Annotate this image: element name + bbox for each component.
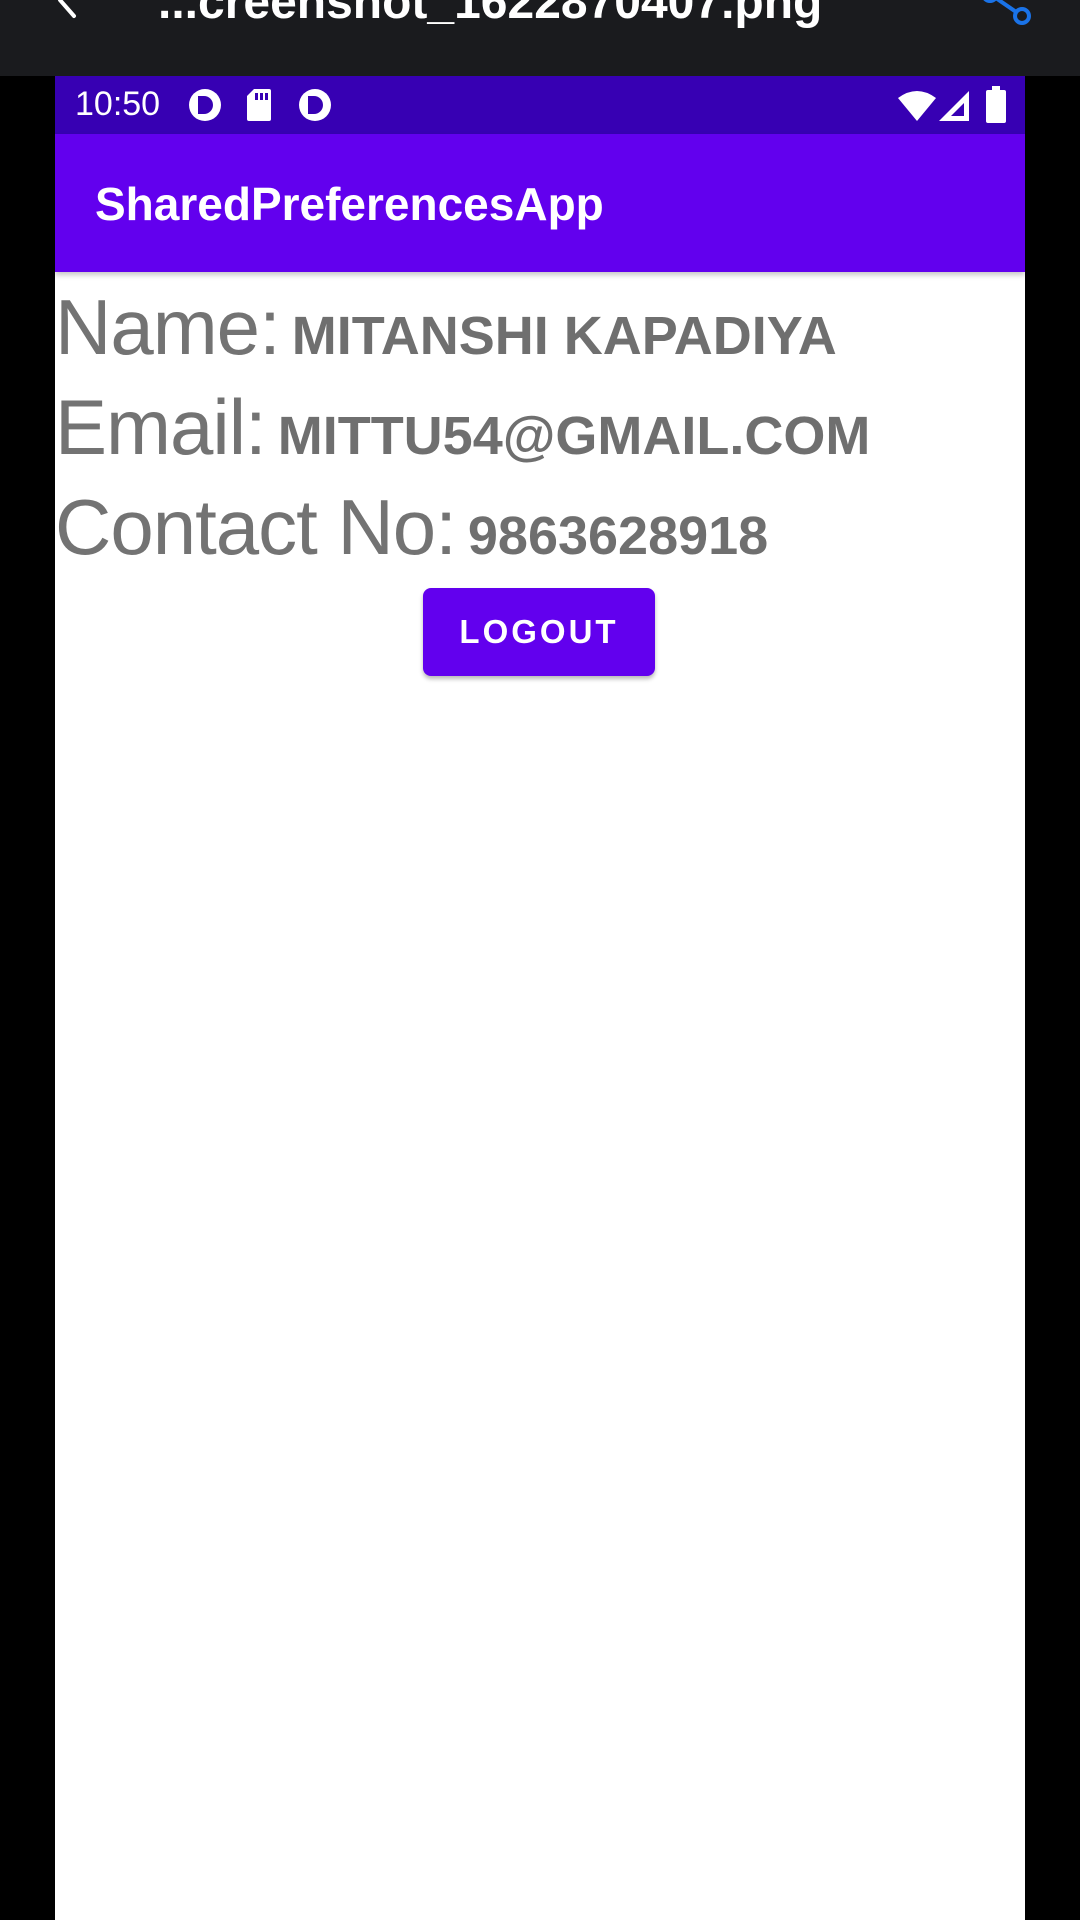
contact-value: 9863628918 xyxy=(467,506,769,566)
app-notification-icon xyxy=(189,89,221,121)
viewer-toolbar: ...creenshot_1622870407.png xyxy=(0,0,1080,76)
app-bar: SharedPreferencesApp xyxy=(55,134,1025,272)
chevron-left-icon[interactable] xyxy=(50,0,90,20)
name-label: Name: xyxy=(55,283,281,371)
phone-screen: 10:50 SharedPreferencesApp Name: MITANSH… xyxy=(55,76,1025,1920)
app-title: SharedPreferencesApp xyxy=(95,178,604,230)
contact-row: Contact No: 9863628918 xyxy=(55,482,768,581)
logout-button[interactable]: LOGOUT xyxy=(423,588,655,676)
email-label: Email: xyxy=(55,383,267,471)
name-row: Name: MITANSHI KAPADIYA xyxy=(55,282,837,381)
sd-card-icon xyxy=(247,89,271,121)
battery-icon xyxy=(986,86,1006,123)
cell-signal-icon xyxy=(939,91,969,121)
email-value: MITTU54@GMAIL.COM xyxy=(277,406,871,466)
wifi-icon xyxy=(898,91,936,121)
app-notification-icon xyxy=(299,89,331,121)
contact-label: Contact No: xyxy=(55,483,457,571)
share-icon[interactable] xyxy=(978,0,1038,28)
email-row: Email: MITTU54@GMAIL.COM xyxy=(55,382,870,481)
status-bar: 10:50 xyxy=(55,76,1025,134)
viewer-file-title: ...creenshot_1622870407.png xyxy=(158,0,823,29)
name-value: MITANSHI KAPADIYA xyxy=(291,306,837,366)
status-time: 10:50 xyxy=(75,85,161,123)
